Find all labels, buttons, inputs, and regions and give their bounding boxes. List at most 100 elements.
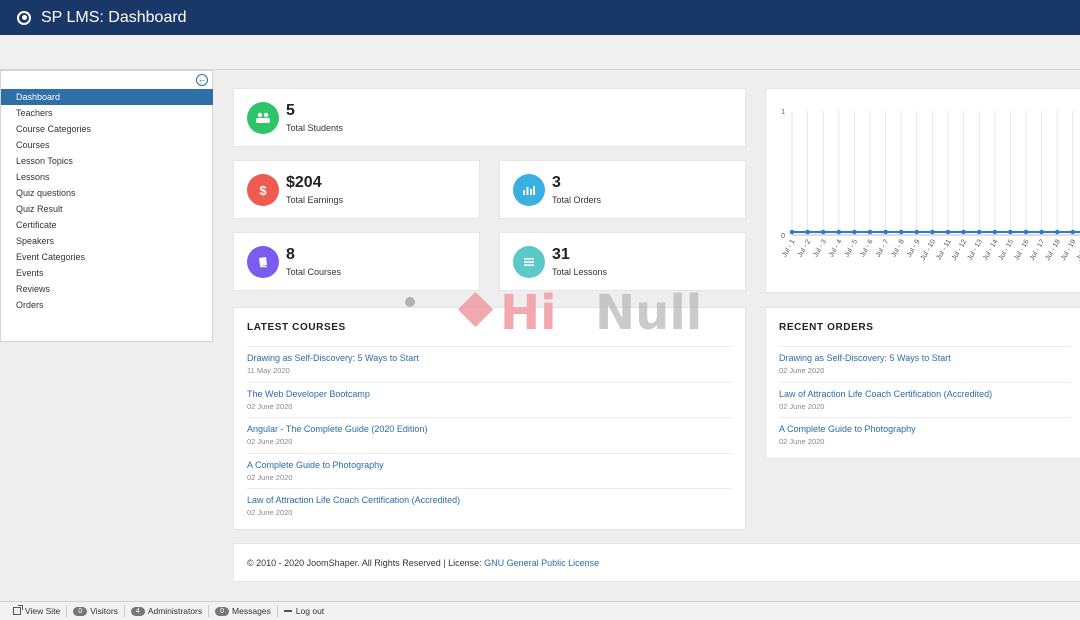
stat-value: $204 xyxy=(286,174,322,191)
order-date: 02 June 2020 xyxy=(779,437,825,446)
recent-orders-card: RECENT ORDERS Drawing as Self-Discovery:… xyxy=(765,307,1080,459)
course-link[interactable]: The Web Developer Bootcamp xyxy=(247,389,732,399)
data-point xyxy=(805,229,810,235)
logout-link[interactable]: Log out xyxy=(278,605,330,617)
data-point xyxy=(820,229,826,235)
x-tick-label: Jul - 6 xyxy=(859,238,875,258)
sidebar-nav: Dashboard Teachers Course Categories Cou… xyxy=(1,89,213,313)
sidebar-item-lessons[interactable]: Lessons xyxy=(1,169,213,185)
sidebar-item-quiz-result[interactable]: Quiz Result xyxy=(1,201,213,217)
data-point xyxy=(961,229,966,235)
administrators-indicator[interactable]: 4 Administrators xyxy=(125,605,210,617)
sidebar-item-speakers[interactable]: Speakers xyxy=(1,233,213,249)
data-point xyxy=(898,229,904,235)
stat-card-orders: 3 Total Orders xyxy=(499,160,746,219)
list-item: Angular - The Complete Guide (2020 Editi… xyxy=(247,417,732,453)
visitors-label: Visitors xyxy=(90,606,118,616)
data-point xyxy=(883,229,888,235)
collapse-sidebar-icon[interactable]: ← xyxy=(196,74,208,86)
footer: © 2010 - 2020 JoomShaper. All Rights Res… xyxy=(233,543,1080,582)
list-item: A Complete Guide to Photography 02 June … xyxy=(779,417,1071,453)
data-point xyxy=(945,229,951,235)
sidebar-item-quiz-questions[interactable]: Quiz questions xyxy=(1,185,213,201)
order-link[interactable]: Drawing as Self-Discovery: 5 Ways to Sta… xyxy=(779,353,1071,363)
course-date: 02 June 2020 xyxy=(247,508,293,517)
sidebar-item-courses[interactable]: Courses xyxy=(1,137,213,153)
data-point xyxy=(914,229,920,235)
visitors-indicator[interactable]: 0 Visitors xyxy=(67,605,125,617)
stat-value: 3 xyxy=(552,174,561,191)
view-site-link[interactable]: View Site xyxy=(7,605,68,617)
stat-value: 8 xyxy=(286,246,295,263)
sidebar-item-reviews[interactable]: Reviews xyxy=(1,281,213,297)
list-item: Law of Attraction Life Coach Certificati… xyxy=(247,488,732,524)
list-item: Law of Attraction Life Coach Certificati… xyxy=(779,381,1071,418)
data-point xyxy=(1039,229,1044,235)
sidebar-item-certificate[interactable]: Certificate xyxy=(1,217,213,233)
sidebar-item-events[interactable]: Events xyxy=(1,265,213,281)
stat-card-lessons: 31 Total Lessons xyxy=(499,232,746,291)
course-date: 11 May 2020 xyxy=(247,366,290,375)
course-link[interactable]: Law of Attraction Life Coach Certificati… xyxy=(247,495,732,505)
course-date: 02 June 2020 xyxy=(247,472,293,482)
data-point xyxy=(1070,229,1076,235)
list-item: A Complete Guide to Photography 02 June … xyxy=(247,452,732,489)
data-point xyxy=(836,229,842,235)
messages-indicator[interactable]: 0 Messages xyxy=(209,605,278,617)
copyright-label: © 2010 - 2020 JoomShaper. All Rights Res… xyxy=(247,558,485,568)
stat-label: Total Courses xyxy=(286,267,342,277)
sidebar: ← Dashboard Teachers Course Categories C… xyxy=(0,70,213,342)
x-tick-label: Jul - 1 xyxy=(781,238,797,258)
list-item: Drawing as Self-Discovery: 5 Ways to Sta… xyxy=(247,346,732,382)
logout-icon xyxy=(283,610,292,612)
external-link-icon xyxy=(13,605,23,615)
sidebar-item-event-categories[interactable]: Event Categories xyxy=(1,249,213,265)
sidebar-item-dashboard[interactable]: Dashboard xyxy=(1,89,213,105)
admins-count-badge: 4 xyxy=(130,606,145,616)
orders-chart-card: 1 0 Jul - 1 Jul - 2 Jul - 3 Jul - 4 Jul - 5 Jul… xyxy=(765,88,1080,293)
x-tick-label: Jul - 4 xyxy=(828,238,844,258)
data-point xyxy=(867,229,873,235)
latest-courses-list: Drawing as Self-Discovery: 5 Ways to Sta… xyxy=(247,346,732,524)
stat-card-earnings: $ $204 Total Earnings xyxy=(233,160,480,219)
sidebar-item-teachers[interactable]: Teachers xyxy=(1,105,213,121)
sidebar-item-orders[interactable]: Orders xyxy=(1,297,213,313)
messages-count-badge: 0 xyxy=(215,606,230,616)
latest-courses-card: LATEST COURSES Drawing as Self-Discovery… xyxy=(233,307,746,530)
data-point xyxy=(1054,229,1060,235)
order-link[interactable]: Law of Attraction Life Coach Certificati… xyxy=(779,389,1071,399)
data-point xyxy=(852,229,857,235)
top-header: SP LMS: Dashboard xyxy=(0,0,1080,35)
users-icon xyxy=(247,102,279,134)
sidebar-item-course-categories[interactable]: Course Categories xyxy=(1,121,213,137)
stat-label: Total Lessons xyxy=(552,267,608,277)
order-date: 02 June 2020 xyxy=(779,366,825,375)
course-link[interactable]: Drawing as Self-Discovery: 5 Ways to Sta… xyxy=(247,353,732,363)
book-icon xyxy=(247,246,279,278)
stat-card-students: 5 Total Students xyxy=(233,88,746,147)
copyright-text: © 2010 - 2020 JoomShaper. All Rights Res… xyxy=(247,558,599,568)
joomla-logo-icon[interactable] xyxy=(17,10,31,25)
y-tick-label: 1 xyxy=(781,109,785,116)
status-bar: View Site 0 Visitors 4 Administrators 0 … xyxy=(0,601,1080,620)
dollar-icon: $ xyxy=(247,174,279,206)
stat-label: Total Students xyxy=(286,123,344,133)
data-point xyxy=(992,229,998,235)
visitors-count-badge: 0 xyxy=(73,606,88,616)
course-link[interactable]: A Complete Guide to Photography xyxy=(247,460,732,470)
course-date: 02 June 2020 xyxy=(247,401,293,411)
sidebar-item-lesson-topics[interactable]: Lesson Topics xyxy=(1,153,213,169)
messages-label: Messages xyxy=(232,606,271,616)
data-point xyxy=(930,229,935,235)
order-link[interactable]: A Complete Guide to Photography xyxy=(779,424,1071,434)
order-date: 02 June 2020 xyxy=(779,401,825,411)
x-tick-label: Jul - 3 xyxy=(812,238,828,258)
license-link[interactable]: GNU General Public License xyxy=(484,558,599,568)
data-point xyxy=(1008,229,1013,235)
stat-value: 5 xyxy=(286,102,295,119)
list-icon xyxy=(513,246,545,278)
course-link[interactable]: Angular - The Complete Guide (2020 Editi… xyxy=(247,424,732,434)
x-tick-label: Jul - 7 xyxy=(875,238,891,258)
data-point xyxy=(976,229,982,235)
toolbar xyxy=(0,35,1080,70)
